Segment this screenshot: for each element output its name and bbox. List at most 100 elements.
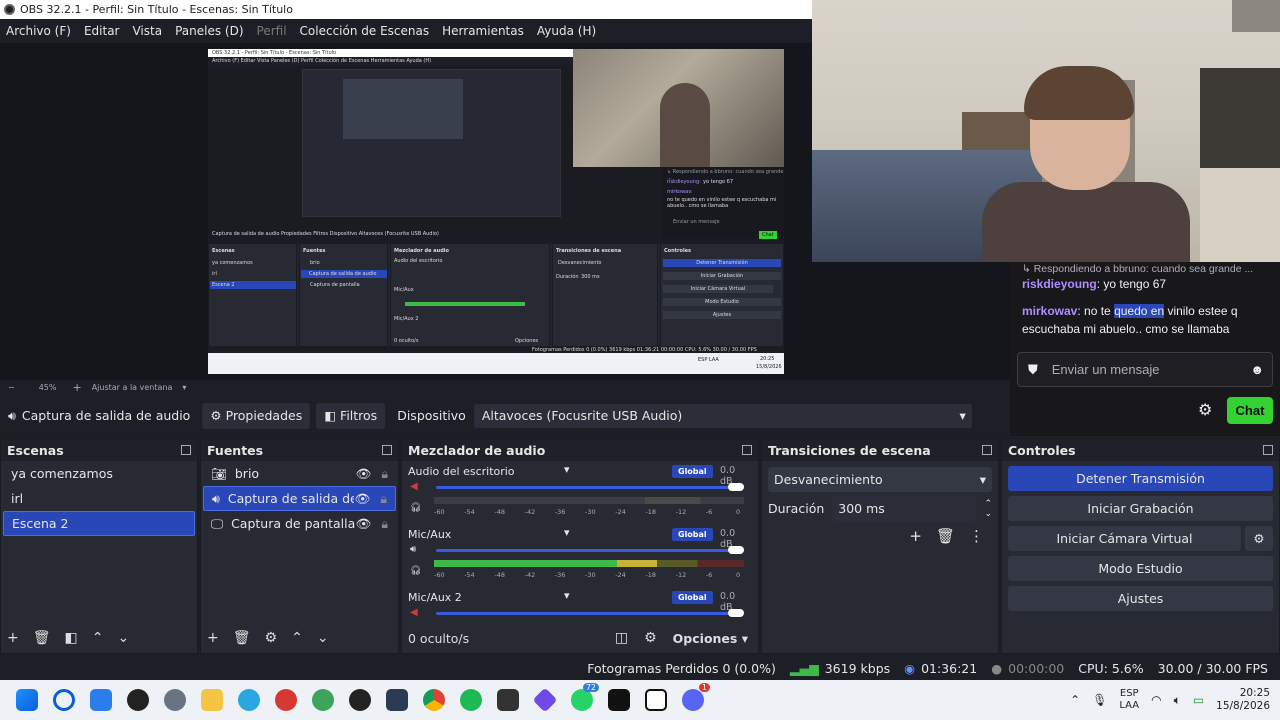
volume-slider-knob[interactable] — [728, 609, 744, 617]
or-app-icon[interactable] — [608, 689, 630, 711]
undock-icon[interactable] — [382, 445, 392, 455]
eye-icon[interactable]: 👁︎ — [355, 466, 371, 482]
menu-paneles[interactable]: Paneles (D) — [175, 24, 243, 38]
language-indicator[interactable]: ESP LAA — [1119, 688, 1139, 712]
menu-perfil[interactable]: Perfil — [257, 24, 287, 38]
trash-icon[interactable]: 🗑︎ — [233, 630, 251, 646]
volume-icon[interactable]: 🔈︎ — [1174, 693, 1181, 708]
volume-slider-knob[interactable] — [728, 483, 744, 491]
lock-icon[interactable]: 🔒︎ — [381, 516, 388, 532]
mixer-settings-gear-icon[interactable]: ⚙ — [644, 630, 657, 646]
chat-send-button[interactable]: Chat — [1227, 397, 1273, 424]
speaker-icon[interactable]: 🔊︎ — [410, 544, 416, 555]
chrome-icon[interactable] — [423, 689, 445, 711]
studio-mode-button[interactable]: Modo Estudio — [1008, 556, 1273, 581]
undock-icon[interactable] — [982, 445, 992, 455]
shield-icon[interactable]: ⛊ — [1028, 362, 1038, 378]
more-vertical-icon[interactable]: ⋮ — [969, 527, 984, 545]
lock-icon[interactable]: 🔒︎ — [380, 491, 387, 507]
wifi-icon[interactable]: ◠ — [1151, 693, 1161, 707]
chat-user-2[interactable]: mirkowav — [1022, 304, 1077, 318]
green-app-icon[interactable] — [312, 689, 334, 711]
zoom-fit-select[interactable]: Ajustar a la ventana — [92, 383, 173, 392]
eye-icon[interactable]: 👁︎ — [355, 516, 371, 532]
undock-icon[interactable] — [181, 445, 191, 455]
channel-menu-chevron-icon[interactable]: ▾ — [564, 589, 570, 602]
chat-settings-gear-icon[interactable]: ⚙ — [1198, 402, 1214, 418]
capcut-icon[interactable] — [645, 689, 667, 711]
global-badge[interactable]: Global — [672, 465, 713, 478]
mixer-options-button[interactable]: Opciones ▾ — [673, 631, 748, 646]
emoji-icon[interactable]: ☻ — [1250, 362, 1264, 377]
menu-ayuda[interactable]: Ayuda (H) — [537, 24, 596, 38]
add-icon[interactable]: + — [207, 630, 219, 646]
device-select[interactable]: Altavoces (Focusrite USB Audio) ▾ — [473, 403, 972, 428]
undock-icon[interactable] — [1263, 445, 1273, 455]
menu-herramientas[interactable]: Herramientas — [442, 24, 524, 38]
add-icon[interactable]: + — [7, 630, 19, 646]
filter-icon[interactable]: ◧ — [65, 630, 78, 646]
volume-slider[interactable] — [436, 486, 736, 489]
whatsapp-icon[interactable]: 72 — [571, 683, 599, 711]
volume-slider[interactable] — [436, 612, 736, 615]
source-item[interactable]: 🖵︎ Captura de pantalla 👁︎ 🔒︎ — [203, 511, 396, 536]
channel-menu-chevron-icon[interactable]: ▾ — [564, 526, 570, 539]
trash-icon[interactable]: 🗑︎ — [33, 630, 51, 646]
monitor-headphones-icon[interactable]: 🎧︎ — [410, 503, 421, 513]
move-down-icon[interactable]: ⌄ — [117, 630, 129, 646]
global-badge[interactable]: Global — [672, 528, 713, 541]
chat-input[interactable]: ⛊ Enviar un mensaje ☻ — [1017, 352, 1273, 387]
zoom-out-button[interactable]: − — [8, 383, 15, 392]
duration-input[interactable]: 300 ms — [832, 496, 977, 521]
b-app-icon[interactable] — [127, 689, 149, 711]
virtual-camera-button[interactable]: Iniciar Cámara Virtual — [1008, 526, 1241, 551]
settings-button[interactable]: Ajustes — [1008, 586, 1273, 611]
preview-canvas[interactable]: OBS 32.2.1 - Perfil: Sin Título - Escena… — [208, 49, 784, 374]
menu-vista[interactable]: Vista — [132, 24, 162, 38]
microphone-icon[interactable]: 🎙︎ — [1092, 693, 1107, 707]
eye-icon[interactable]: 👁︎ — [354, 491, 370, 507]
chat-user-1[interactable]: riskdieyoung — [1022, 277, 1097, 291]
muted-speaker-icon[interactable]: ◀ — [410, 481, 418, 492]
file-explorer-icon[interactable] — [201, 689, 223, 711]
search-icon[interactable] — [53, 689, 75, 711]
zoom-fit-chevron-icon[interactable]: ▾ — [182, 383, 186, 392]
start-recording-button[interactable]: Iniciar Grabación — [1008, 496, 1273, 521]
properties-button[interactable]: ⚙ Propiedades — [202, 402, 311, 429]
lightning-app-icon[interactable] — [238, 689, 260, 711]
add-transition-icon[interactable]: + — [909, 527, 922, 545]
menu-archivo[interactable]: Archivo (F) — [6, 24, 71, 38]
volume-slider[interactable] — [436, 549, 736, 552]
volume-slider-knob[interactable] — [728, 546, 744, 554]
muted-speaker-icon[interactable]: ◀ — [410, 607, 418, 618]
red-app-icon[interactable] — [275, 689, 297, 711]
trash-icon[interactable]: 🗑︎ — [936, 527, 955, 545]
scene-item[interactable]: irl — [3, 486, 195, 511]
windows-start-icon[interactable] — [16, 689, 38, 711]
stop-stream-button[interactable]: Detener Transmisión — [1008, 466, 1273, 491]
source-item-selected[interactable]: 🔊︎ Captura de salida de audio 👁︎ 🔒︎ — [203, 486, 396, 511]
global-badge[interactable]: Global — [672, 591, 713, 604]
duration-stepper-icon[interactable]: ⌃ ⌄ — [984, 499, 992, 519]
monitor-headphones-icon[interactable]: 🎧︎ — [410, 566, 421, 576]
spotify-icon[interactable] — [460, 689, 482, 711]
filters-button[interactable]: ◧ Filtros — [316, 402, 386, 429]
channel-menu-chevron-icon[interactable]: ▾ — [564, 463, 570, 476]
undock-icon[interactable] — [742, 445, 752, 455]
transition-select[interactable]: Desvanecimiento ▾ — [768, 467, 992, 492]
diamond-app-icon[interactable] — [532, 687, 558, 713]
zoom-in-button[interactable]: + — [72, 381, 81, 394]
gear-icon[interactable]: ⚙ — [265, 630, 278, 646]
layout-toggle-icon[interactable]: ◫ — [615, 630, 628, 646]
virtual-camera-gear-icon[interactable]: ⚙ — [1245, 526, 1273, 551]
obs-taskbar-icon[interactable] — [349, 689, 371, 711]
scene-item[interactable]: ya comenzamos — [3, 461, 195, 486]
tray-chevron-up-icon[interactable]: ⌃ — [1070, 693, 1080, 707]
battery-icon[interactable]: ▭ — [1193, 693, 1204, 707]
move-up-icon[interactable]: ⌃ — [291, 630, 303, 646]
flag-app-icon[interactable] — [386, 689, 408, 711]
menu-editar[interactable]: Editar — [84, 24, 120, 38]
clock[interactable]: 20:25 15/8/2026 — [1216, 687, 1270, 713]
scene-item-selected[interactable]: Escena 2 — [3, 511, 195, 536]
settings-gear-icon[interactable] — [164, 689, 186, 711]
